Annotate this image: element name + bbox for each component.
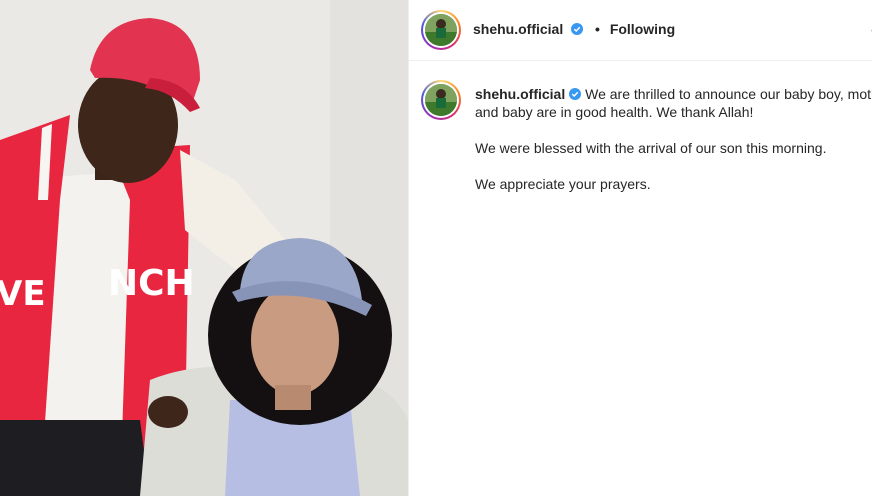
header-separator: •	[595, 21, 600, 37]
verified-badge-icon	[569, 88, 582, 100]
caption-avatar[interactable]	[421, 80, 461, 120]
caption-text: shehu.official We are thrilled to announ…	[475, 85, 872, 193]
post-header: shehu.official • Following •	[409, 0, 872, 61]
caption-line-3: We were blessed with the arrival of our …	[475, 140, 827, 156]
profile-avatar[interactable]	[421, 10, 461, 50]
caption-line-2: and baby are in good health. We thank Al…	[475, 104, 754, 120]
jacket-lettering-left: VE	[0, 274, 46, 314]
caption-line-1: shehu.official We are thrilled to announ…	[475, 85, 872, 103]
post-photo[interactable]: NCH VE	[0, 0, 408, 496]
jacket-lettering: NCH	[108, 263, 195, 304]
avatar-image	[425, 84, 457, 116]
following-button[interactable]: Following	[610, 21, 675, 37]
post-side-panel: shehu.official • Following • sh	[408, 0, 872, 496]
verified-badge-icon	[571, 23, 584, 35]
caption-line-4: We appreciate your prayers.	[475, 176, 651, 192]
post-image: NCH VE	[0, 0, 408, 496]
caption-text-1: We are thrilled to announce our baby boy…	[585, 86, 872, 102]
header-username[interactable]: shehu.official	[473, 21, 563, 37]
caption-username[interactable]: shehu.official	[475, 86, 565, 102]
header-user-line: shehu.official • Following	[473, 21, 675, 37]
avatar-image	[425, 14, 457, 46]
